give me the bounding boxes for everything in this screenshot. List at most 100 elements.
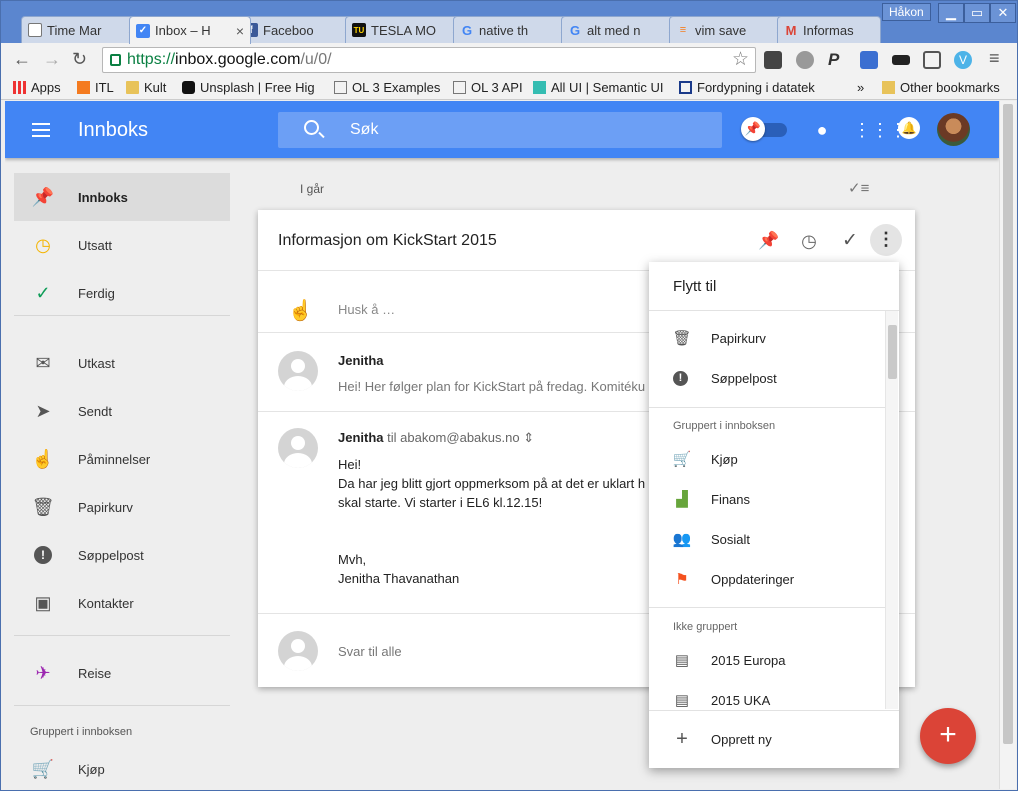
tab-tesla[interactable]: TU TESLA MO× (345, 16, 467, 43)
reload-icon[interactable]: ↻ (72, 49, 87, 69)
menu-icon[interactable] (32, 123, 50, 137)
sidebar-item-6[interactable]: 🗑 Papirkurv (14, 483, 230, 531)
sidebar-item-1[interactable]: ◷ Utsatt (14, 221, 230, 269)
lock-icon (110, 54, 121, 66)
message-header[interactable]: Jenitha til abakom@abakus.no ⇕ (338, 430, 534, 446)
people-icon: 👥 (672, 531, 692, 548)
extension-icon[interactable] (764, 51, 782, 69)
close-tab-icon[interactable]: × (236, 23, 244, 39)
address-bar[interactable]: https://inbox.google.com/u/0/ ☆ (102, 47, 756, 73)
tab-vim-save[interactable]: ≡ vim save× (669, 16, 791, 43)
move-to-item[interactable]: ▤ 2015 Europa (649, 640, 885, 680)
back-icon[interactable]: ← (13, 49, 31, 69)
snooze-icon[interactable]: ◷ (798, 230, 820, 252)
bookmark-ol3-api[interactable]: OL 3 API (453, 80, 523, 95)
tab-alt-med[interactable]: G alt med n× (561, 16, 683, 43)
move-to-item[interactable]: 🗑 Papirkurv (649, 318, 885, 358)
move-to-item[interactable]: ▟ Finans (649, 479, 885, 519)
plus-icon: + (676, 727, 688, 750)
move-to-item[interactable]: 🛒 Kjøp (649, 439, 885, 479)
trash-icon: 🗑 (672, 330, 692, 347)
sidebar-item-0[interactable]: 📌 Innboks (14, 173, 230, 221)
tab-informas[interactable]: M Informas (777, 16, 881, 43)
extension-icon[interactable] (796, 51, 814, 69)
extension-icon[interactable] (860, 51, 878, 69)
apps-grid-icon[interactable]: ⋮⋮⋮ (853, 120, 907, 141)
cast-icon[interactable] (923, 51, 941, 69)
document-icon (28, 23, 42, 37)
tab-facebook[interactable]: f Faceboo× (237, 16, 359, 43)
menu-section-label: Gruppert i innboksen (673, 420, 776, 432)
sidebar-item-2[interactable]: ✓ Ferdig (14, 269, 230, 317)
bookmark-itl[interactable]: ITL (77, 80, 114, 95)
tu-icon: TU (352, 23, 366, 37)
flag-icon: ⚑ (675, 571, 689, 588)
done-check-icon[interactable]: ✓ (839, 230, 861, 252)
sidebar-item-10[interactable]: 🛒 Kjøp (14, 745, 230, 789)
move-to-item[interactable]: ⚑ Oppdateringer (649, 559, 885, 599)
tab-native[interactable]: G native th× (453, 16, 575, 43)
paypal-icon[interactable]: P (828, 51, 846, 69)
sidebar-item-9[interactable]: ✈ Reise (14, 649, 230, 697)
close-window-icon[interactable]: ✕ (990, 3, 1016, 23)
bookmark-star-icon[interactable]: ☆ (732, 48, 749, 72)
bookmark-unsplash[interactable]: Unsplash | Free Hig (182, 80, 315, 95)
scrollbar-thumb[interactable] (888, 325, 897, 379)
page-scrollbar[interactable] (999, 101, 1016, 789)
maximize-icon[interactable]: ▭ (964, 3, 990, 23)
forward-icon[interactable]: → (43, 49, 61, 69)
more-options-icon[interactable]: ⋮ (870, 224, 902, 256)
bookmark-other[interactable]: Other bookmarks (882, 80, 1000, 95)
sidebar-item-7[interactable]: ! Søppelpost (14, 531, 230, 579)
scrollbar-thumb[interactable] (1003, 104, 1013, 744)
gmail-icon: M (785, 22, 797, 38)
move-to-item[interactable]: ▤ 2015 UKA (649, 680, 885, 720)
drafts-icon: ✉ (35, 352, 51, 373)
pin-icon: 📌 (741, 117, 765, 141)
inbox-icon: ✓ (136, 23, 150, 38)
day-label: I går (300, 182, 325, 196)
incognito-icon[interactable] (892, 55, 910, 65)
bookmark-overflow[interactable]: » (857, 80, 864, 95)
tab-time-mar[interactable]: Time Mar× (21, 16, 143, 43)
avatar[interactable] (937, 113, 970, 146)
bookmark-ol3-examples[interactable]: OL 3 Examples (334, 80, 440, 95)
move-to-item[interactable]: ! Søppelpost (649, 358, 885, 398)
document-icon (453, 81, 466, 94)
sidebar-item-5[interactable]: ☝ Påminnelser (14, 435, 230, 483)
bookmark-kult[interactable]: Kult (126, 80, 166, 95)
create-new-item[interactable]: + Opprett ny (649, 719, 885, 759)
notifications-icon[interactable]: 🔔 (898, 117, 920, 139)
compose-button[interactable]: + (920, 708, 976, 764)
reminder-icon: ☝ (31, 448, 55, 469)
expand-details-icon[interactable]: ⇕ (523, 430, 534, 445)
menu-scrollbar[interactable] (885, 311, 898, 709)
vivaldi-icon[interactable]: V (954, 51, 972, 69)
bookmark-apps[interactable]: Apps (13, 80, 61, 95)
document-icon (334, 81, 347, 94)
thread-subject: Informasjon om KickStart 2015 (278, 232, 497, 249)
tab-inbox[interactable]: ✓ Inbox – H × (129, 16, 251, 44)
label-inbox-icon: ▤ (674, 692, 690, 709)
chrome-menu-icon[interactable]: ≡ (989, 48, 1000, 68)
sidebar-item-4[interactable]: ➤ Sendt (14, 387, 230, 435)
avatar (278, 631, 318, 671)
sidebar-item-3[interactable]: ✉ Utkast (14, 339, 230, 387)
sidebar-divider (14, 705, 230, 706)
search-input[interactable]: Søk (278, 112, 722, 148)
pin-icon[interactable]: 📌 (758, 230, 780, 252)
profile-button[interactable]: Håkon (882, 3, 931, 21)
sweep-icon[interactable]: ✓≡ (848, 179, 869, 197)
hangouts-icon[interactable]: ● (811, 120, 833, 141)
google-icon: G (461, 22, 473, 38)
reply-all-field: Svar til alle (338, 644, 402, 659)
minimize-icon[interactable]: ▁ (938, 3, 964, 23)
menu-section-label: Ikke gruppert (673, 621, 738, 633)
sidebar-item-8[interactable]: ▣ Kontakter (14, 579, 230, 627)
move-to-item[interactable]: 👥 Sosialt (649, 519, 885, 559)
move-to-menu: Flytt til 🗑 Papirkurv! Søppelpost Gruppert … (649, 262, 899, 768)
pinned-toggle[interactable]: 📌 (741, 117, 789, 141)
browser-window: Time Mar× ✓ Inbox – H× f Faceboo× TU TES… (0, 0, 1018, 791)
bookmark-semantic-ui[interactable]: All UI | Semantic UI (533, 80, 663, 95)
bookmark-fordypning[interactable]: Fordypning i datatek (679, 80, 839, 95)
